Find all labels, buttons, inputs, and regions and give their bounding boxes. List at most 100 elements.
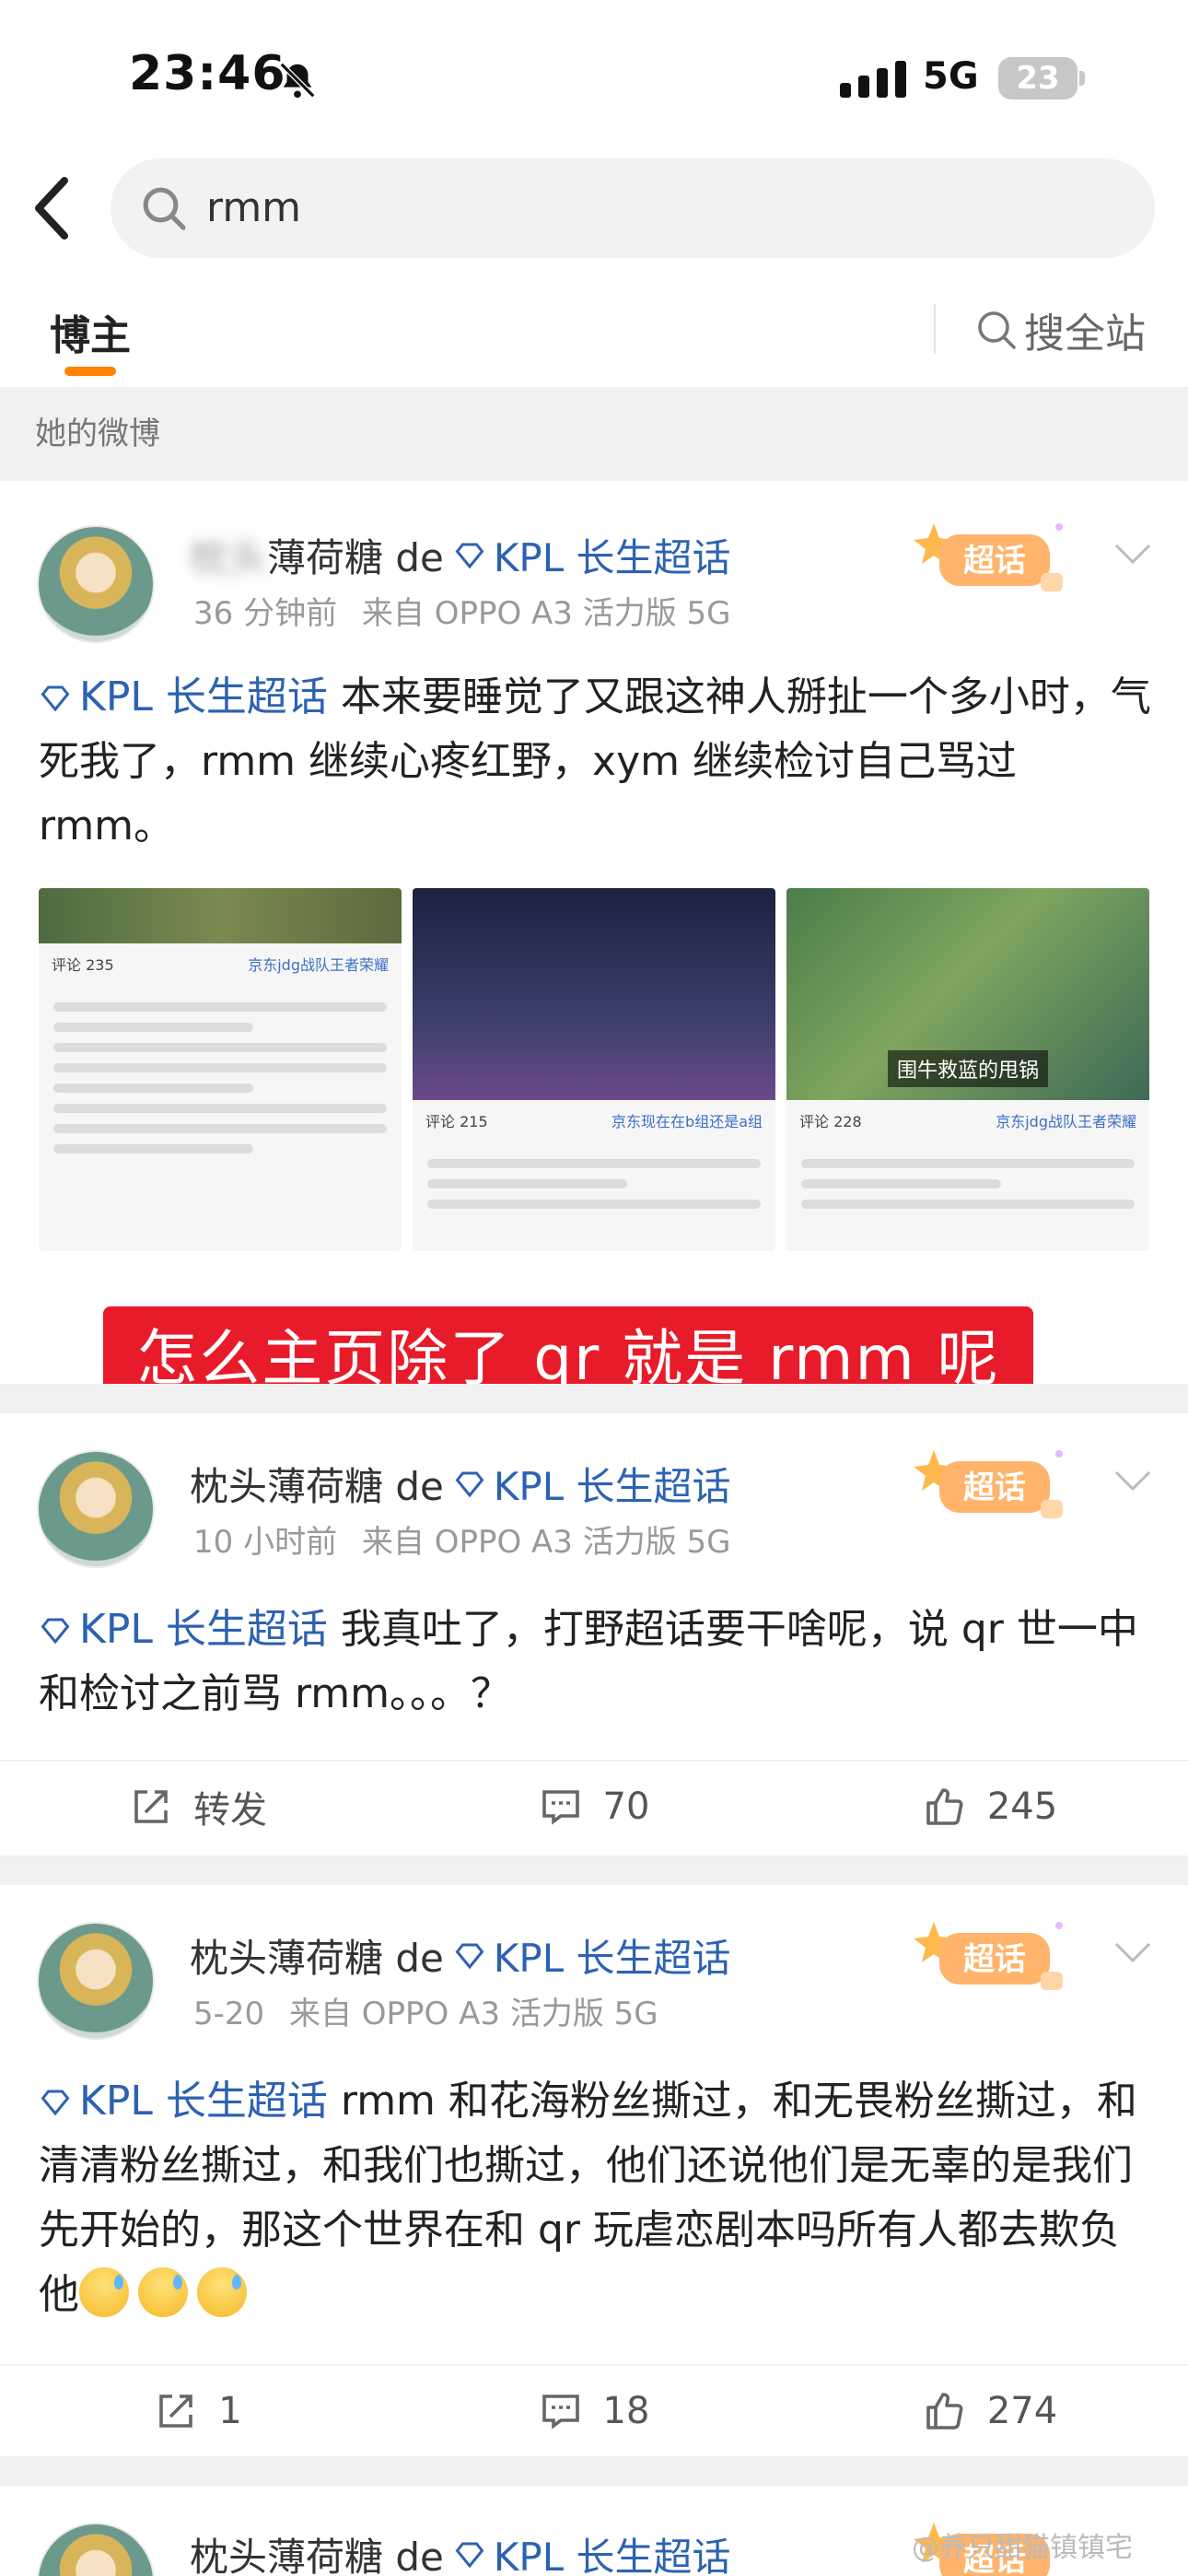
- post-body: KPL 长生超话 rmm 和花海粉丝撕过，和无畏粉丝撕过，和清清粉丝撕过，和我们…: [39, 2069, 1153, 2327]
- sweat-emoji-icon: [197, 2267, 247, 2317]
- topic-tag-label: KPL 长生超话: [493, 1464, 731, 1509]
- network-type: 5G: [923, 55, 979, 98]
- post-meta: 36 分钟前 来自 OPPO A3 活力版 5G: [193, 588, 731, 633]
- diamond-icon: [455, 1943, 484, 1969]
- search-all-label: 搜全站: [1024, 310, 1146, 357]
- post-image[interactable]: 围牛救蓝的甩锅 评论 228 京东jdg战队王者荣耀: [786, 888, 1149, 1251]
- chevron-down-icon[interactable]: [1112, 1469, 1153, 1494]
- comment-button[interactable]: 70: [396, 1762, 792, 1852]
- section-label: 她的微博: [0, 387, 1188, 481]
- post-meta: 5-20 来自 OPPO A3 活力版 5G: [193, 1988, 658, 2033]
- post-image[interactable]: 评论 235 京东jdg战队王者荣耀: [39, 888, 402, 1251]
- svg-text:超话: 超话: [963, 1469, 1026, 1506]
- search-all-button[interactable]: 搜全站: [974, 302, 1146, 357]
- username-blurred: 枕头: [190, 535, 268, 580]
- thumb-comments-label: 评论 215: [425, 1113, 488, 1130]
- thumb-comments-label: 评论 228: [799, 1113, 862, 1130]
- username[interactable]: 枕头薄荷糖 de: [190, 1456, 444, 1512]
- search-icon: [978, 311, 1016, 349]
- search-query: rmm: [206, 184, 302, 231]
- post-header: 枕头薄荷糖 de KPL 长生超话: [190, 1927, 730, 1984]
- avatar[interactable]: [37, 1922, 155, 2040]
- sweat-emoji-icon: [79, 2267, 129, 2317]
- avatar[interactable]: [37, 2523, 155, 2576]
- tab-bloggers[interactable]: 博主: [50, 302, 131, 361]
- repost-icon: [134, 1790, 168, 1823]
- search-input[interactable]: rmm: [111, 158, 1155, 258]
- username[interactable]: 枕头薄荷糖 de: [190, 1927, 444, 1984]
- diamond-icon: [455, 2542, 484, 2568]
- battery-cap: [1079, 71, 1085, 86]
- post-source: 来自 OPPO A3 活力版 5G: [288, 1996, 658, 2032]
- card-separator: [0, 1384, 1188, 1413]
- back-arrow-icon[interactable]: [20, 170, 79, 247]
- diamond-icon: [41, 1618, 70, 1645]
- super-topic-badge[interactable]: 超话: [903, 510, 1077, 603]
- diamond-icon: [41, 2090, 70, 2116]
- post-time: 36 分钟前: [193, 595, 338, 632]
- post-time: 5-20: [193, 1996, 265, 2032]
- post-time: 10 小时前: [193, 1524, 338, 1561]
- post-meta: 10 小时前 来自 OPPO A3 活力版 5G: [193, 1516, 731, 1562]
- signal-icon: [840, 61, 906, 98]
- sweat-emoji-icon: [138, 2267, 188, 2317]
- post-image[interactable]: 评论 215 京东现在在b组还是a组: [413, 888, 775, 1251]
- post-source: 来自 OPPO A3 活力版 5G: [361, 1524, 731, 1561]
- chevron-down-icon[interactable]: [1112, 1940, 1153, 1966]
- topic-tag-label: KPL 长生超话: [493, 535, 731, 580]
- topic-tag[interactable]: KPL 长生超话: [453, 527, 731, 583]
- tab-active-indicator: [64, 367, 116, 376]
- repost-icon: [159, 2395, 193, 2428]
- repost-button[interactable]: 转发: [0, 1762, 396, 1852]
- chevron-down-icon[interactable]: [1112, 542, 1153, 568]
- super-topic-badge[interactable]: 超话: [903, 1437, 1077, 1529]
- post-body: KPL 长生超话 本来要睡觉了又跟这神人掰扯一个多小时，气死我了，rmm 继续心…: [39, 665, 1153, 859]
- repost-count: 1: [218, 2390, 242, 2432]
- diamond-icon: [455, 543, 484, 568]
- svg-text:超话: 超话: [963, 1941, 1026, 1978]
- like-button[interactable]: 274: [792, 2366, 1188, 2456]
- thumb-caption: 围牛救蓝的甩锅: [888, 1050, 1049, 1087]
- inline-topic[interactable]: KPL 长生超话: [39, 1606, 328, 1653]
- username[interactable]: 薄荷糖 de: [267, 527, 444, 583]
- repost-count: 转发: [193, 1789, 267, 1832]
- tab-divider: [934, 304, 936, 354]
- inline-topic[interactable]: KPL 长生超话: [39, 673, 328, 720]
- topic-tag[interactable]: KPL 长生超话: [453, 2526, 731, 2576]
- avatar[interactable]: [37, 1450, 155, 1568]
- comment-icon: [542, 1790, 579, 1825]
- inline-topic-label: KPL 长生超话: [79, 1606, 328, 1653]
- comment-button[interactable]: 18: [396, 2366, 792, 2456]
- bell-off-icon: [279, 62, 316, 99]
- avatar[interactable]: [37, 525, 155, 643]
- search-icon: [143, 187, 186, 230]
- post-header: 枕头薄荷糖 de KPL 长生超话: [190, 1456, 730, 1512]
- diamond-icon: [455, 1471, 484, 1497]
- thumb-topic-label: 京东jdg战队王者荣耀: [996, 1113, 1136, 1130]
- battery-indicator: 23: [998, 57, 1077, 100]
- inline-topic[interactable]: KPL 长生超话: [39, 2078, 328, 2125]
- action-bar: 转发 70 245: [0, 1760, 1188, 1852]
- super-topic-badge[interactable]: 超话: [903, 1909, 1077, 2001]
- post-source: 来自 OPPO A3 活力版 5G: [361, 595, 731, 632]
- action-bar: 1 18 274: [0, 2364, 1188, 2456]
- repost-button[interactable]: 1: [0, 2366, 396, 2456]
- comment-count: 18: [602, 2390, 650, 2432]
- diamond-icon: [41, 685, 70, 712]
- like-count: 245: [986, 1786, 1058, 1828]
- post-body: KPL 长生超话 我真吐了，打野超话要干啥呢，说 qr 世一中和检讨之前骂 rm…: [39, 1598, 1153, 1727]
- topic-tag[interactable]: KPL 长生超话: [453, 1927, 730, 1984]
- topic-tag-label: KPL 长生超话: [493, 2535, 731, 2576]
- like-icon: [926, 2393, 963, 2430]
- post-header: 枕头 薄荷糖 de KPL 长生超话: [190, 527, 731, 583]
- card-separator: [0, 2456, 1188, 2486]
- like-button[interactable]: 245: [792, 1762, 1188, 1852]
- card-separator: [0, 1856, 1188, 1885]
- thumb-topic-label: 京东现在在b组还是a组: [611, 1113, 763, 1130]
- username[interactable]: 枕头薄荷糖 de: [190, 2526, 444, 2576]
- status-time: 23:46: [129, 46, 286, 101]
- topic-tag[interactable]: KPL 长生超话: [453, 1456, 731, 1512]
- thumb-topic-label: 京东jdg战队王者荣耀: [248, 956, 389, 974]
- comment-icon: [542, 2395, 579, 2430]
- like-icon: [926, 1788, 963, 1825]
